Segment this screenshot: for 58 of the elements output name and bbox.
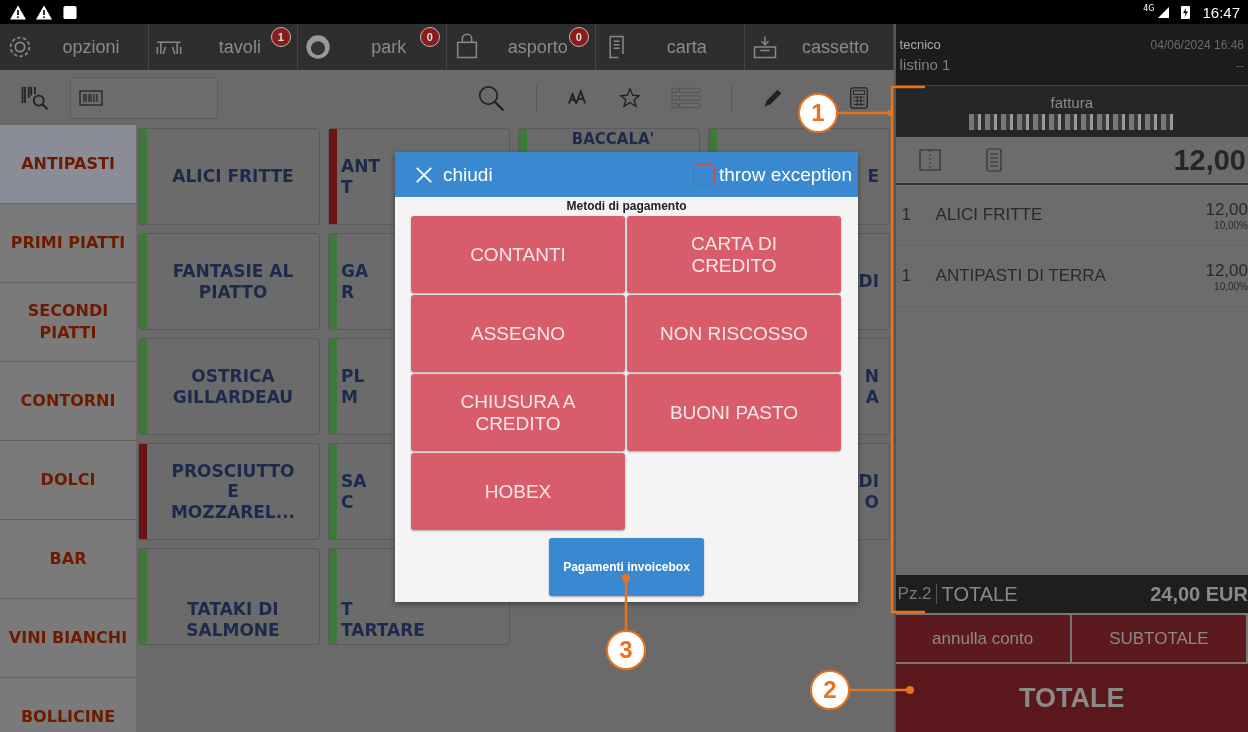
- line-total: 12,00: [1173, 143, 1247, 177]
- nav-label: park: [371, 36, 407, 58]
- price-list: listino 1: [899, 55, 951, 73]
- item-quantity: 1: [901, 205, 913, 225]
- product-name: R: [341, 281, 355, 302]
- product-name: N: [864, 366, 879, 387]
- item-name: ANTIPASTI DI TERRA: [935, 266, 1107, 286]
- product-name: SA: [341, 471, 367, 492]
- callout-badge: 2: [810, 670, 850, 710]
- price-list-value: --: [1236, 58, 1244, 73]
- item-price: 12,00: [1205, 199, 1248, 220]
- clock-time: 16:47: [1202, 3, 1240, 21]
- product-name: ANT: [341, 156, 380, 177]
- product-name: SALMONE: [186, 619, 280, 640]
- network-label: 4G: [1143, 3, 1155, 13]
- piece-count: Pz.2: [897, 584, 937, 604]
- product-name: DI: [858, 271, 879, 292]
- document-type: fattura: [1050, 93, 1094, 111]
- product-name: PROSCIUTTO: [171, 460, 295, 482]
- count-badge: 0: [568, 27, 589, 47]
- total-label: TOTALE: [940, 582, 1019, 606]
- count-badge: 0: [419, 27, 440, 47]
- callout-badge: 3: [606, 630, 646, 670]
- product-name: PL: [341, 366, 365, 387]
- product-name: DI: [858, 471, 879, 492]
- product-name: TARTARE: [341, 619, 425, 640]
- product-name: TATAKI DI: [187, 599, 279, 620]
- nav-label: cassetto: [802, 36, 870, 58]
- nav-label: opzioni: [62, 36, 120, 58]
- total-amount: 24,00 EUR: [1150, 582, 1248, 606]
- item-quantity: 1: [901, 266, 913, 286]
- date-time: 04/06/2024 16:46: [1150, 37, 1244, 52]
- item-vat: 10,00%: [1214, 219, 1248, 231]
- product-name: C: [341, 491, 354, 512]
- product-name: GILLARDEAU: [172, 386, 294, 407]
- nav-label: asporto: [507, 36, 568, 58]
- product-name: A: [865, 386, 879, 407]
- nav-label: carta: [666, 36, 707, 58]
- dialog-title: Metodi di pagamento: [565, 198, 688, 215]
- nav-label: tavoli: [218, 36, 261, 58]
- product-name: MOZZAREL...: [170, 501, 296, 523]
- product-name: PIATTO: [198, 281, 268, 302]
- product-name: T: [341, 599, 353, 620]
- item-price: 12,00: [1205, 260, 1248, 281]
- product-name: E: [867, 166, 879, 187]
- product-name: ALICI FRITTE: [172, 166, 294, 187]
- user-name: tecnico: [899, 36, 941, 52]
- product-name: E: [227, 481, 239, 502]
- product-name: T: [341, 176, 353, 197]
- count-badge: 1: [270, 27, 291, 47]
- product-name: O: [864, 491, 879, 512]
- product-name: GA: [341, 261, 369, 282]
- item-name: ALICI FRITTE: [935, 205, 1044, 225]
- product-name: BACCALA': [571, 130, 655, 148]
- item-vat: 10,00%: [1214, 280, 1248, 292]
- product-name: FANTASIE AL: [172, 261, 294, 282]
- product-name: M: [341, 386, 358, 407]
- product-name: OSTRICA: [191, 366, 275, 387]
